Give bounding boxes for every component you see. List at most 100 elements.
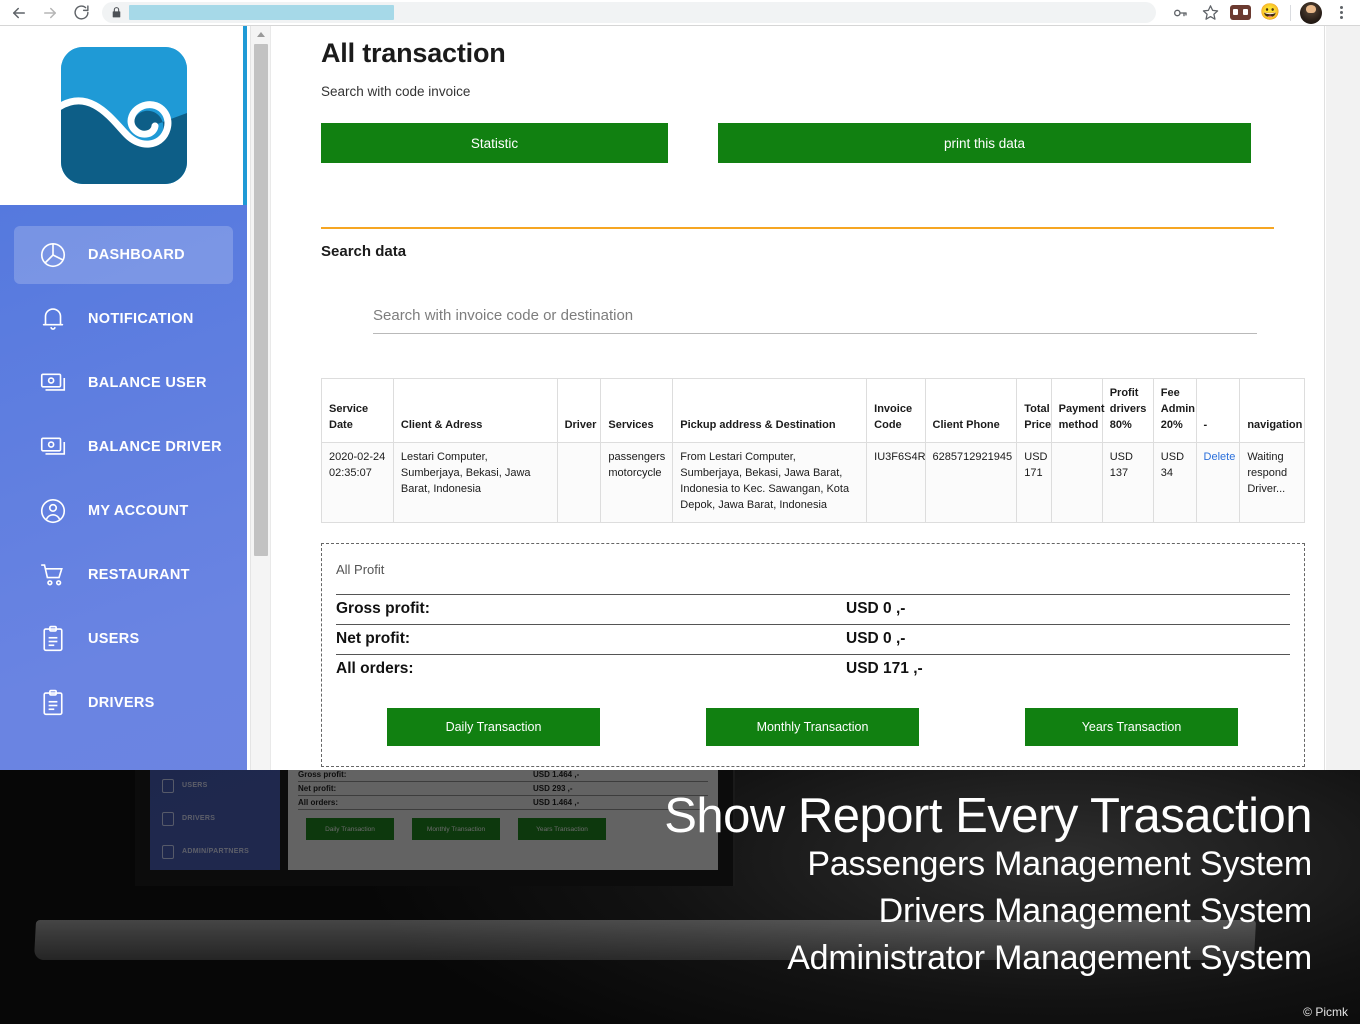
cell-profit-drivers: USD 137 xyxy=(1101,442,1154,523)
transactions-table: Service Date Client & Adress Driver Serv… xyxy=(321,378,1305,523)
all-orders-label: All orders: xyxy=(336,660,414,678)
sidebar-item-label: BALANCE DRIVER xyxy=(88,439,222,455)
mini-gross-profit-label: Gross profit: xyxy=(298,770,347,779)
profile-avatar[interactable] xyxy=(1297,1,1325,25)
net-profit-value: USD 0 ,- xyxy=(846,630,906,648)
cell-driver xyxy=(556,442,602,523)
sidebar-item-my-account[interactable]: MY ACCOUNT xyxy=(14,482,233,540)
mini-sidebar-item-drivers: DRIVERS xyxy=(150,802,280,835)
clipboard-icon xyxy=(38,624,72,654)
th-actions: - xyxy=(1195,378,1241,443)
promo-photo-overlay: USERS DRIVERS ADMIN/PARTNERS Gross profi… xyxy=(0,770,1360,1024)
photo-credit: © Picmk xyxy=(1303,1005,1348,1019)
mini-gross-profit-value: USD 1.464 ,- xyxy=(533,770,580,779)
url-text-redacted[interactable] xyxy=(129,5,394,20)
sidebar-item-restaurant[interactable]: RESTAURANT xyxy=(14,546,233,604)
mini-all-orders-label: All orders: xyxy=(298,798,339,807)
promo-line-1: Passengers Management System xyxy=(807,845,1312,883)
sidebar-item-dashboard[interactable]: DASHBOARD xyxy=(14,226,233,284)
mini-all-orders-row: All orders: USD 1.464 ,- xyxy=(298,796,708,810)
mini-monthly-transaction-button: Monthly Transaction xyxy=(412,818,500,840)
mini-nav-label: DRIVERS xyxy=(182,815,216,822)
banknotes-icon xyxy=(38,368,72,398)
cell-pickup-destination: From Lestari Computer, Sumberjaya, Bekas… xyxy=(672,442,868,523)
reload-icon[interactable] xyxy=(67,1,95,25)
mini-sidebar-item-users: USERS xyxy=(150,770,280,802)
sidebar-item-label: DASHBOARD xyxy=(88,247,185,263)
mini-sidebar-item-admin-partners: ADMIN/PARTNERS xyxy=(150,835,280,868)
th-service-date: Service Date xyxy=(321,378,394,443)
promo-line-3: Administrator Management System xyxy=(787,938,1312,977)
search-input[interactable] xyxy=(373,298,1257,334)
top-action-buttons: Statistic print this data xyxy=(321,123,1274,163)
sidebar-item-notification[interactable]: NOTIFICATION xyxy=(14,290,233,348)
th-invoice-code: Invoice Code xyxy=(866,378,926,443)
search-area xyxy=(321,298,1274,334)
page-subtitle: Search with code invoice xyxy=(321,84,471,99)
th-driver: Driver xyxy=(556,378,602,443)
all-profit-panel: All Profit Gross profit: USD 0 ,- Net pr… xyxy=(321,542,1305,767)
mini-years-transaction-button: Years Transaction xyxy=(518,818,606,840)
sidebar-item-label: RESTAURANT xyxy=(88,567,190,583)
banknotes-icon xyxy=(38,432,72,462)
gross-profit-value: USD 0 ,- xyxy=(846,600,906,618)
bell-icon xyxy=(38,304,72,334)
sidebar-item-label: DRIVERS xyxy=(88,695,155,711)
mini-nav-label: ADMIN/PARTNERS xyxy=(182,848,250,855)
transactions-table-wrap: Service Date Client & Adress Driver Serv… xyxy=(321,378,1305,523)
mini-gross-profit-row: Gross profit: USD 1.464 ,- xyxy=(298,770,708,782)
th-profit-drivers: Profit drivers 80% xyxy=(1101,378,1154,443)
smiley-extension-icon[interactable]: 😀 xyxy=(1256,1,1284,25)
th-payment-method: Payment method xyxy=(1050,378,1105,443)
th-services: Services xyxy=(600,378,674,443)
sidebar-item-balance-user[interactable]: BALANCE USER xyxy=(14,354,233,412)
mini-nav-label: USERS xyxy=(182,782,208,789)
page-title: All transaction xyxy=(321,38,506,68)
cart-icon xyxy=(38,560,72,590)
scrollbar-thumb[interactable] xyxy=(254,44,268,556)
sidebar-item-drivers[interactable]: DRIVERS xyxy=(14,674,233,732)
th-client-phone: Client Phone xyxy=(924,378,1018,443)
clipboard-icon xyxy=(38,688,72,718)
user-circle-icon xyxy=(38,496,72,526)
cell-client-address: Lestari Computer, Sumberjaya, Bekasi, Ja… xyxy=(392,442,558,523)
statistic-button[interactable]: Statistic xyxy=(321,123,668,163)
browser-toolbar: 😀 xyxy=(0,0,1360,26)
sidebar-scrollbar[interactable] xyxy=(250,26,270,771)
key-icon[interactable] xyxy=(1166,1,1194,25)
scroll-up-arrow-icon[interactable] xyxy=(251,26,271,42)
toolbar-divider xyxy=(1290,4,1291,21)
browser-nav-buttons xyxy=(0,1,95,25)
three-dot-menu-icon[interactable] xyxy=(1327,1,1355,25)
wave-logo xyxy=(60,47,187,184)
cell-delete[interactable]: Delete xyxy=(1195,442,1241,523)
transaction-period-buttons: Daily Transaction Monthly Transaction Ye… xyxy=(336,707,1290,746)
sidebar-item-users[interactable]: USERS xyxy=(14,610,233,668)
cell-service-date: 2020-02-24 02:35:07 xyxy=(321,442,394,523)
star-icon[interactable] xyxy=(1196,1,1224,25)
th-fee-admin: Fee Admin 20% xyxy=(1152,378,1197,443)
browser-actions: 😀 xyxy=(1166,1,1360,25)
forward-arrow-icon[interactable] xyxy=(36,1,64,25)
section-divider xyxy=(321,227,1274,229)
sidebar-item-balance-driver[interactable]: BALANCE DRIVER xyxy=(14,418,233,476)
net-profit-row: Net profit: USD 0 ,- xyxy=(336,623,1290,654)
th-client-address: Client & Adress xyxy=(392,378,558,443)
screenshot-root: 😀 DASHBOARD NOTIFICATION BALANCE USER BA… xyxy=(0,0,1360,1024)
cell-invoice-code: IU3F6S4R xyxy=(866,442,926,523)
cell-payment-method xyxy=(1050,442,1103,523)
th-navigation: navigation xyxy=(1239,378,1305,443)
years-transaction-button[interactable]: Years Transaction xyxy=(1025,707,1238,746)
all-orders-row: All orders: USD 171 ,- xyxy=(336,653,1290,684)
monthly-transaction-button[interactable]: Monthly Transaction xyxy=(706,707,919,746)
mini-sidebar: USERS DRIVERS ADMIN/PARTNERS xyxy=(150,770,280,870)
delete-link[interactable]: Delete xyxy=(1204,451,1236,463)
pie-chart-icon xyxy=(38,240,72,270)
address-bar[interactable] xyxy=(102,2,1156,23)
mask-extension-icon[interactable] xyxy=(1226,1,1254,25)
table-row: 2020-02-24 02:35:07 Lestari Computer, Su… xyxy=(321,442,1305,523)
back-arrow-icon[interactable] xyxy=(5,1,33,25)
table-header-row: Service Date Client & Adress Driver Serv… xyxy=(321,378,1305,443)
print-data-button[interactable]: print this data xyxy=(718,123,1251,163)
daily-transaction-button[interactable]: Daily Transaction xyxy=(387,707,600,746)
